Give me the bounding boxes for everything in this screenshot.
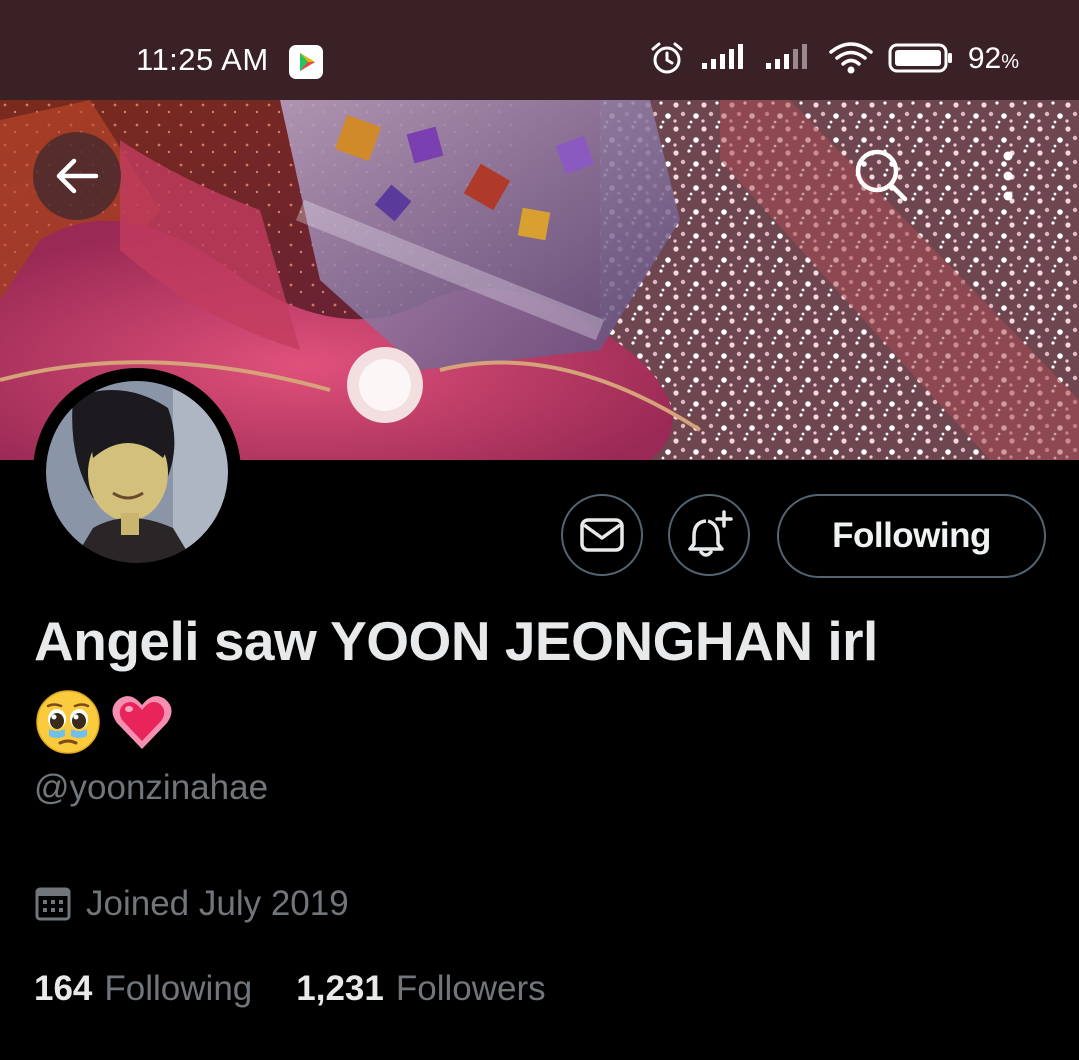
message-button[interactable] bbox=[561, 494, 643, 576]
following-count: 164 bbox=[34, 969, 93, 1008]
following-button[interactable]: Following bbox=[777, 494, 1046, 578]
avatar[interactable] bbox=[33, 368, 241, 576]
alarm-icon bbox=[648, 39, 686, 82]
play-store-icon bbox=[289, 45, 323, 79]
followers-label: Followers bbox=[395, 969, 546, 1008]
following-label: Following bbox=[104, 969, 253, 1008]
pleading-face-emoji bbox=[36, 690, 100, 754]
notifications-button[interactable] bbox=[668, 494, 750, 576]
search-icon bbox=[855, 149, 908, 202]
signal-icon bbox=[764, 43, 814, 78]
battery-icon bbox=[888, 42, 954, 79]
mail-icon bbox=[580, 518, 624, 552]
following-stat[interactable]: 164 Following bbox=[34, 969, 252, 1009]
more-options-button[interactable] bbox=[964, 132, 1052, 220]
display-name: Angeli saw YOON JEONGHAN irl bbox=[34, 610, 878, 672]
more-vertical-icon bbox=[1003, 151, 1013, 201]
calendar-icon bbox=[35, 887, 71, 921]
back-button[interactable] bbox=[33, 132, 121, 220]
wifi-icon bbox=[828, 41, 874, 80]
follow-stats: 164 Following 1,231 Followers bbox=[34, 965, 546, 1013]
search-button[interactable] bbox=[838, 132, 926, 220]
user-handle: @yoonzinahae bbox=[34, 768, 269, 807]
name-emojis bbox=[35, 689, 175, 755]
bell-plus-icon bbox=[688, 510, 733, 557]
followers-count: 1,231 bbox=[296, 969, 384, 1008]
join-date-text: Joined July 2019 bbox=[86, 884, 349, 923]
signal-icon bbox=[700, 43, 750, 78]
battery-level: 92% bbox=[967, 41, 1019, 75]
join-date: Joined July 2019 bbox=[34, 880, 349, 928]
status-bar: 11:25 AM 92% bbox=[0, 0, 1079, 100]
profile-photo bbox=[40, 375, 234, 569]
status-time: 11:25 AM bbox=[136, 42, 269, 77]
status-icons: 92% bbox=[648, 40, 1019, 80]
back-arrow-icon bbox=[56, 158, 99, 194]
pink-heart-emoji bbox=[112, 696, 172, 749]
followers-stat[interactable]: 1,231 Followers bbox=[296, 969, 545, 1009]
